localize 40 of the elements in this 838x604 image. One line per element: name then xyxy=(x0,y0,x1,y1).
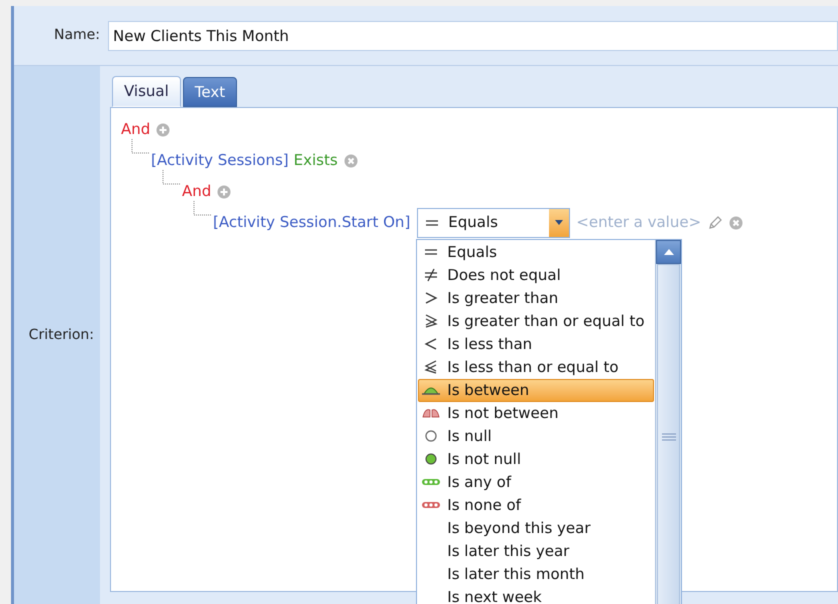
operator-option[interactable]: Is not null xyxy=(418,448,654,470)
operator-option[interactable]: Is greater than xyxy=(418,286,654,310)
operator-option[interactable]: Is not between xyxy=(418,402,654,424)
operator-option[interactable]: Is beyond this year xyxy=(418,516,654,540)
scroll-up-button[interactable] xyxy=(656,240,682,264)
dropdown-button[interactable] xyxy=(549,208,570,236)
caret-icon xyxy=(555,220,564,225)
remove-icon[interactable] xyxy=(729,216,744,230)
operator-option[interactable]: Equals xyxy=(418,240,654,264)
operator-option[interactable]: Is greater than or equal to xyxy=(418,310,654,332)
select-value: Equals xyxy=(448,212,499,234)
operator-option[interactable]: Is null xyxy=(418,424,654,448)
tab[interactable]: Text xyxy=(182,77,238,107)
operator-option[interactable]: Is none of xyxy=(418,494,654,516)
pencil-icon[interactable] xyxy=(707,214,724,230)
operator-option[interactable]: Is later this month xyxy=(418,562,654,586)
up-arrow-icon xyxy=(664,248,674,254)
name-label: Name: xyxy=(52,26,100,45)
operator-option[interactable]: Is between xyxy=(418,378,654,402)
field-link[interactable]: [Activity Sessions] xyxy=(151,149,289,172)
field-link[interactable]: [Activity Session.Start On] xyxy=(213,211,410,234)
operator-option[interactable]: Is less than xyxy=(418,332,654,356)
operator-option[interactable]: Does not equal xyxy=(418,264,654,286)
grip-icon xyxy=(662,432,676,440)
operator-option[interactable]: Is less than or equal to xyxy=(418,356,654,378)
operator-label[interactable]: And xyxy=(121,118,150,141)
tab[interactable]: Visual xyxy=(112,76,181,107)
add-icon[interactable] xyxy=(217,184,232,198)
name-field[interactable]: New Clients This Month xyxy=(108,20,838,50)
add-icon[interactable] xyxy=(156,122,170,136)
scrollbar[interactable] xyxy=(655,240,682,604)
scroll-thumb[interactable] xyxy=(657,264,680,604)
criterion-label: Criterion: xyxy=(28,326,94,344)
operator-option[interactable]: Is any of xyxy=(418,470,654,494)
operator-label[interactable]: And xyxy=(182,180,212,203)
operator-option[interactable]: Is later this year xyxy=(418,540,654,562)
operator-label[interactable]: Exists xyxy=(294,149,338,172)
remove-icon[interactable] xyxy=(344,154,358,168)
operator-option[interactable]: Is next week xyxy=(418,586,654,604)
operator-select[interactable]: Equals xyxy=(417,208,570,238)
